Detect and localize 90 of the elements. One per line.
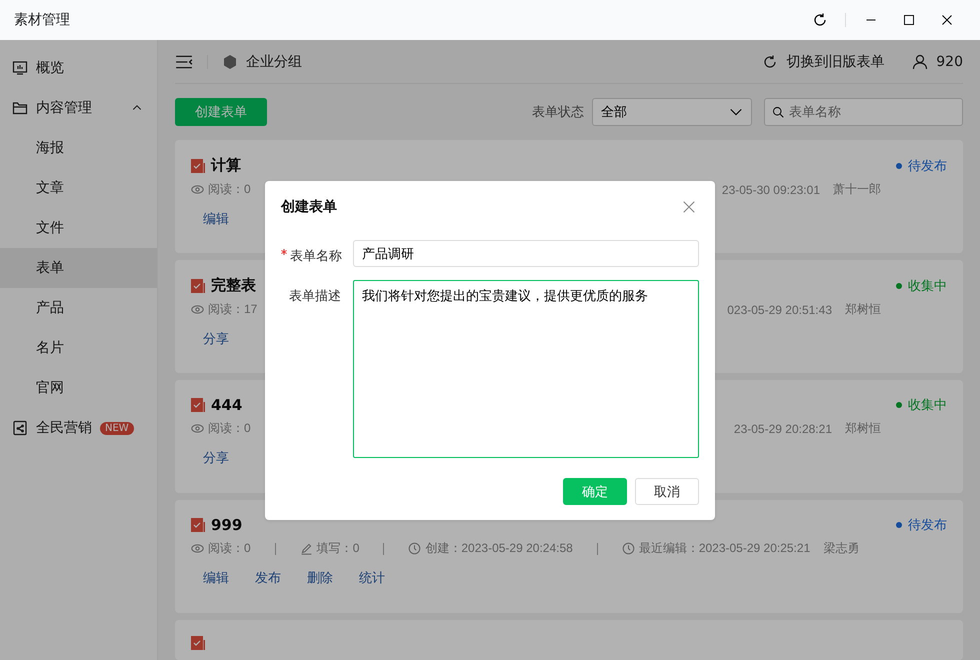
meta-info: 填写：0: [300, 540, 360, 557]
sidebar-item[interactable]: 全民营销 NEW: [0, 408, 157, 448]
group-label: 企业分组: [246, 52, 302, 71]
description-field[interactable]: 我们将针对您提出的宝贵建议，提供更优质的服务: [353, 280, 699, 458]
form-title: 444: [211, 396, 242, 414]
monitor-icon: [12, 60, 28, 76]
sidebar-item[interactable]: 产品: [0, 288, 157, 328]
name-field[interactable]: 产品调研: [353, 240, 699, 267]
author-name: 梁志勇: [823, 540, 860, 557]
author-name: 郑树恒: [845, 420, 881, 437]
status-label: 收集中: [896, 276, 947, 294]
pen-icon: [300, 542, 313, 555]
field-label: 表单名称: [281, 240, 341, 267]
sidebar-item[interactable]: 海报: [0, 128, 157, 168]
sidebar-item[interactable]: 名片: [0, 328, 157, 368]
action-link[interactable]: 发布: [255, 569, 281, 587]
sidebar-item[interactable]: 官网: [0, 368, 157, 408]
window-title: 素材管理: [14, 11, 71, 29]
meta-info: 阅读：0: [191, 540, 251, 557]
folder-icon: [12, 100, 28, 116]
action-link[interactable]: 分享: [203, 330, 229, 348]
sidebar-item[interactable]: 文章: [0, 168, 157, 208]
sidebar-label: 文章: [36, 179, 64, 197]
sidebar-label: 表单: [36, 259, 64, 277]
form-title: 999: [211, 516, 242, 534]
field-label: 表单描述: [288, 288, 341, 306]
sidebar-label: 全民营销: [36, 419, 92, 437]
meta-info: 023-05-29 20:51:43: [727, 302, 832, 318]
status-dot: [896, 282, 902, 288]
sidebar-item[interactable]: 概览: [0, 48, 157, 88]
checkbox-icon: [191, 636, 205, 650]
clock-icon: [408, 542, 422, 555]
meta-info: 阅读：0: [191, 420, 251, 437]
author-name: 郑树恒: [845, 301, 881, 318]
eye-icon: [191, 422, 204, 435]
status-label: 收集中: [896, 396, 947, 414]
status-dot: [896, 402, 902, 408]
author-name: 萧十一郎: [833, 181, 881, 198]
checkbox-icon: [191, 398, 205, 412]
menu-collapse-icon: [175, 52, 193, 71]
status-label: 待发布: [896, 156, 947, 174]
sidebar-label: 官网: [36, 379, 64, 397]
user-icon: [912, 54, 928, 70]
sidebar-item[interactable]: 表单: [0, 248, 157, 288]
sidebar-label: 概览: [36, 59, 64, 77]
close-icon: [941, 14, 953, 26]
new-badge: NEW: [100, 422, 134, 434]
sidebar-label: 内容管理: [36, 99, 92, 117]
meta-info: 阅读：0: [191, 181, 251, 198]
meta-info: 23-05-30 09:23:01: [722, 182, 820, 198]
close-icon: [682, 200, 696, 214]
status-dot: [896, 522, 902, 528]
action-link[interactable]: 统计: [359, 569, 385, 587]
user-count: 920: [936, 54, 963, 70]
dialog-title: 创建表单: [281, 198, 337, 216]
eye-icon: [191, 303, 204, 316]
status-filter-label: 表单状态: [532, 104, 584, 122]
eye-icon: [191, 542, 204, 555]
sidebar-item[interactable]: 文件: [0, 208, 157, 248]
action-link[interactable]: 分享: [203, 449, 229, 467]
form-title: 计算: [211, 156, 241, 175]
search-field[interactable]: 表单名称: [764, 98, 963, 126]
sidebar-label: 海报: [36, 139, 64, 157]
sidebar-item[interactable]: 内容管理: [0, 88, 157, 128]
sidebar-label: 文件: [36, 219, 64, 237]
share-icon: [12, 420, 28, 436]
meta-info: 23-05-29 20:28:21: [734, 420, 832, 437]
form-title: 完整表: [211, 276, 256, 295]
checkbox-icon: [191, 158, 205, 172]
meta-info: 最近编辑：2023-05-29 20:25:21: [622, 540, 810, 557]
clock-icon: [622, 542, 635, 555]
status-dot: [896, 162, 902, 168]
refresh-icon: [812, 12, 828, 28]
meta-info: 阅读：17: [191, 301, 258, 318]
status-select[interactable]: 全部: [592, 98, 752, 126]
maximize-icon: [903, 14, 915, 26]
checkbox-icon: [191, 278, 205, 292]
status-label: 待发布: [896, 516, 947, 534]
search-icon: [772, 106, 784, 118]
refresh-icon: [762, 54, 778, 70]
action-link[interactable]: 删除: [307, 569, 333, 587]
sidebar-label: 名片: [36, 339, 64, 357]
sidebar-label: 产品: [36, 299, 64, 317]
meta-info: 创建：2023-05-29 20:24:58: [408, 540, 573, 557]
checkbox-icon: [191, 518, 205, 532]
eye-icon: [191, 183, 204, 196]
switch-version-link[interactable]: 切换到旧版表单: [786, 52, 884, 71]
action-link[interactable]: 编辑: [203, 210, 229, 228]
action-link[interactable]: 编辑: [203, 569, 229, 587]
cancel-button[interactable]: 取消: [635, 478, 699, 505]
